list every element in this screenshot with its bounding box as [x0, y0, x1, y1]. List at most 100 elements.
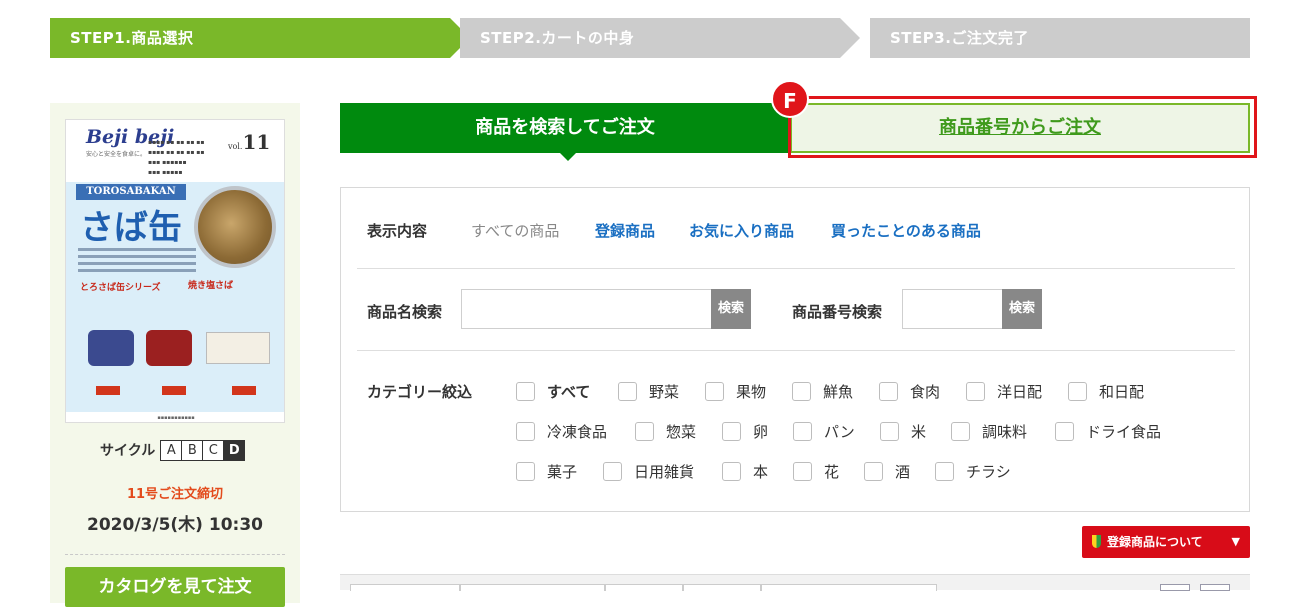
catalog-body: TOROSABAKAN さば缶 とろさば缶シリーズ 焼き塩さば ▪▪▪▪▪▪▪▪…	[66, 182, 284, 422]
category-name: 本	[753, 463, 769, 481]
registered-products-label: 登録商品について	[1107, 535, 1203, 549]
category-liquor[interactable]: 酒	[864, 461, 910, 482]
category-seasoning[interactable]: 調味料	[951, 421, 1027, 442]
catalog-cover-image[interactable]: Beji beji 安心と安全を食卓に。 ▪▪▪▪ ▪▪ ▪▪ ▪▪ ▪▪ ▪▪▪…	[65, 119, 285, 423]
cycle-label: サイクル	[100, 443, 156, 459]
category-all[interactable]: すべて	[516, 381, 590, 402]
catalog-price-tag	[96, 386, 120, 395]
category-flyers[interactable]: チラシ	[935, 461, 1011, 482]
checkbox[interactable]	[635, 422, 654, 441]
category-name: 果物	[736, 383, 767, 401]
catalog-sidebar: Beji beji 安心と安全を食卓に。 ▪▪▪▪ ▪▪ ▪▪ ▪▪ ▪▪ ▪▪▪…	[50, 103, 300, 607]
category-name: 冷凍食品	[547, 423, 608, 441]
checkbox[interactable]	[722, 422, 741, 441]
checkbox[interactable]	[935, 462, 954, 481]
display-all-products[interactable]: すべての商品	[471, 220, 559, 241]
caret-down-icon: ▼	[1231, 535, 1240, 548]
step-2: STEP2.カートの中身	[460, 18, 840, 58]
catalog-vol-prefix: vol.	[228, 142, 243, 151]
checkbox[interactable]	[516, 382, 535, 401]
checkbox[interactable]	[618, 382, 637, 401]
category-sweets[interactable]: 菓子	[516, 461, 577, 482]
category-name: 花	[824, 463, 840, 481]
display-registered-products[interactable]: 登録商品	[595, 220, 655, 241]
category-name: 酒	[895, 463, 911, 481]
category-books[interactable]: 本	[722, 461, 768, 482]
catalog-vol-number: 11	[242, 130, 271, 154]
category-flowers[interactable]: 花	[793, 461, 839, 482]
checkbox[interactable]	[966, 382, 985, 401]
catalog-dates: ▪▪▪▪ ▪▪ ▪▪ ▪▪ ▪▪ ▪▪▪▪ ▪▪ ▪▪ ▪▪ ▪▪ ▪▪▪ ▪▪▪▪…	[148, 139, 205, 176]
product-table-header	[340, 574, 1250, 591]
checkbox[interactable]	[516, 422, 535, 441]
checkbox[interactable]	[879, 382, 898, 401]
deadline-note: 11号ご注文締切	[126, 487, 224, 502]
number-search-button[interactable]: 検索	[1002, 289, 1042, 329]
panel-divider	[357, 268, 1235, 269]
category-deli[interactable]: 惣菜	[635, 421, 696, 442]
category-japanese-chilled[interactable]: 和日配	[1068, 381, 1144, 402]
catalog-tin-2	[146, 330, 192, 366]
checkbox[interactable]	[880, 422, 899, 441]
cycle-option-c[interactable]: C	[202, 439, 225, 461]
cycle-selector: サイクル A B C D	[100, 439, 246, 461]
checkbox[interactable]	[793, 462, 812, 481]
category-meat[interactable]: 食肉	[879, 381, 940, 402]
category-frozen[interactable]: 冷凍食品	[516, 421, 607, 442]
category-western-chilled[interactable]: 洋日配	[966, 381, 1042, 402]
display-label: 表示内容	[367, 222, 428, 240]
saba-can-illustration	[194, 186, 276, 268]
registered-products-info-button[interactable]: 登録商品について ▼	[1082, 526, 1250, 558]
checkbox[interactable]	[603, 462, 622, 481]
category-name: 鮮魚	[823, 383, 854, 401]
display-favorite-products[interactable]: お気に入り商品	[689, 220, 794, 241]
category-name: 菓子	[547, 463, 578, 481]
panel-divider	[357, 350, 1235, 351]
number-search-input[interactable]	[902, 289, 1004, 329]
catalog-series-label-2: 焼き塩さば	[188, 281, 234, 291]
beginner-leaf-icon	[1092, 535, 1101, 548]
category-name: 米	[911, 423, 927, 441]
catalog-title: さば缶	[80, 208, 182, 248]
category-name: 調味料	[982, 423, 1028, 441]
checkbox[interactable]	[792, 382, 811, 401]
category-fruits[interactable]: 果物	[705, 381, 766, 402]
name-search-input[interactable]	[461, 289, 713, 329]
checkbox[interactable]	[793, 422, 812, 441]
checkbox[interactable]	[864, 462, 883, 481]
category-name: パン	[824, 423, 855, 441]
checkbox[interactable]	[1055, 422, 1074, 441]
step-1: STEP1.商品選択	[50, 18, 450, 58]
name-search-button[interactable]: 検索	[711, 289, 751, 329]
category-fish[interactable]: 鮮魚	[792, 381, 853, 402]
checkbox[interactable]	[516, 462, 535, 481]
checkbox[interactable]	[1068, 382, 1087, 401]
checkbox[interactable]	[722, 462, 741, 481]
cycle-option-a[interactable]: A	[160, 439, 183, 461]
category-daily-goods[interactable]: 日用雑貨	[603, 461, 694, 482]
highlight-badge: F	[771, 80, 809, 118]
category-rice[interactable]: 米	[880, 421, 926, 442]
catalog-body-text	[78, 248, 196, 278]
number-search-label: 商品番号検索	[792, 303, 883, 321]
name-search-label: 商品名検索	[367, 303, 443, 321]
checkbox[interactable]	[705, 382, 724, 401]
checkbox[interactable]	[951, 422, 970, 441]
catalog-tin-1	[88, 330, 134, 366]
category-name: 日用雑貨	[634, 463, 695, 481]
deadline-date: 2020/3/5(木) 10:30	[87, 515, 263, 535]
category-vegetables[interactable]: 野菜	[618, 381, 679, 402]
catalog-footer: ▪▪▪▪▪▪▪▪▪▪▪	[66, 412, 284, 422]
cycle-option-b[interactable]: B	[181, 439, 204, 461]
catalog-order-button[interactable]: カタログを見て注文	[65, 567, 285, 607]
cycle-option-d[interactable]: D	[223, 439, 246, 461]
catalog-price-tag	[232, 386, 256, 395]
catalog-banner: TOROSABAKAN	[76, 184, 186, 200]
catalog-pack	[206, 332, 270, 364]
display-purchased-products[interactable]: 買ったことのある商品	[831, 220, 981, 241]
category-bread[interactable]: パン	[793, 421, 855, 442]
category-eggs[interactable]: 卵	[722, 421, 768, 442]
category-dry-food[interactable]: ドライ食品	[1055, 421, 1161, 442]
tab-search-order[interactable]: 商品を検索してご注文	[340, 103, 790, 153]
category-name: ドライ食品	[1086, 423, 1162, 441]
